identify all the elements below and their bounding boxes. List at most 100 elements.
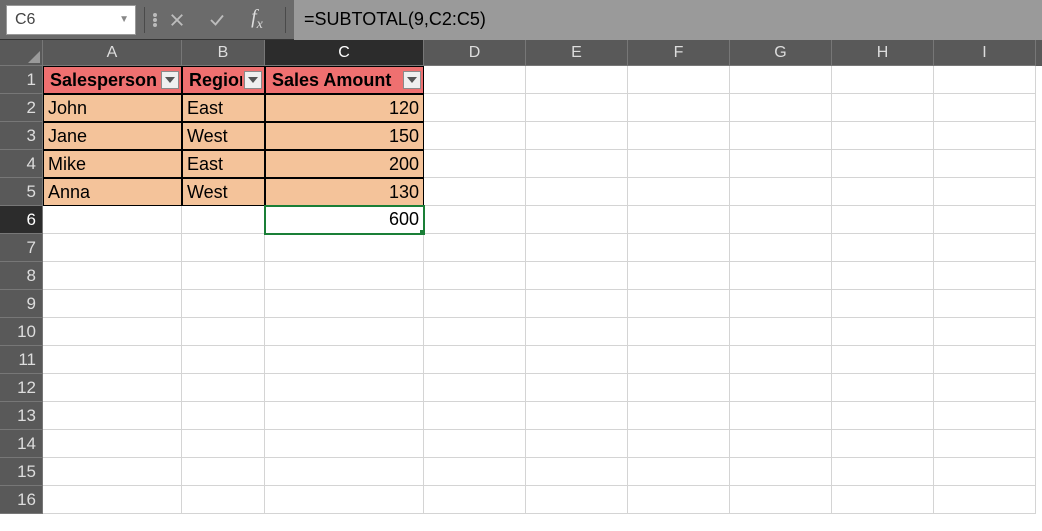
column-header-e[interactable]: E [526,40,628,66]
cell-D8[interactable] [424,262,526,290]
cell-C5[interactable]: 130 [265,178,424,206]
row-header-4[interactable]: 4 [0,150,43,178]
cell-F10[interactable] [628,318,730,346]
cell-G13[interactable] [730,402,832,430]
cell-D2[interactable] [424,94,526,122]
cell-C10[interactable] [265,318,424,346]
cell-C7[interactable] [265,234,424,262]
cell-F4[interactable] [628,150,730,178]
cell-B5[interactable]: West [182,178,265,206]
cell-A4[interactable]: Mike [43,150,182,178]
cell-D11[interactable] [424,346,526,374]
fx-icon[interactable]: fx [237,6,277,33]
cell-H1[interactable] [832,66,934,94]
cell-C8[interactable] [265,262,424,290]
cell-E11[interactable] [526,346,628,374]
cell-E1[interactable] [526,66,628,94]
accept-button[interactable] [197,11,237,29]
cell-E7[interactable] [526,234,628,262]
cell-H4[interactable] [832,150,934,178]
cell-I2[interactable] [934,94,1036,122]
cell-I6[interactable] [934,206,1036,234]
row-header-10[interactable]: 10 [0,318,43,346]
cell-D1[interactable] [424,66,526,94]
cell-C4[interactable]: 200 [265,150,424,178]
cell-B13[interactable] [182,402,265,430]
cell-E15[interactable] [526,458,628,486]
cell-I11[interactable] [934,346,1036,374]
row-header-6[interactable]: 6 [0,206,43,234]
cell-A7[interactable] [43,234,182,262]
fill-handle[interactable] [420,230,424,234]
cell-F15[interactable] [628,458,730,486]
row-header-5[interactable]: 5 [0,178,43,206]
cell-C15[interactable] [265,458,424,486]
cell-B14[interactable] [182,430,265,458]
cell-C9[interactable] [265,290,424,318]
cell-A5[interactable]: Anna [43,178,182,206]
row-header-16[interactable]: 16 [0,486,43,514]
cell-C3[interactable]: 150 [265,122,424,150]
cell-A8[interactable] [43,262,182,290]
cell-I7[interactable] [934,234,1036,262]
cancel-button[interactable] [157,11,197,29]
cell-H16[interactable] [832,486,934,514]
cell-A6[interactable] [43,206,182,234]
cell-H14[interactable] [832,430,934,458]
cell-G1[interactable] [730,66,832,94]
chevron-down-icon[interactable]: ▼ [119,14,129,25]
cell-E12[interactable] [526,374,628,402]
cell-G7[interactable] [730,234,832,262]
cell-A10[interactable] [43,318,182,346]
row-header-8[interactable]: 8 [0,262,43,290]
cell-A11[interactable] [43,346,182,374]
cell-I10[interactable] [934,318,1036,346]
cell-D15[interactable] [424,458,526,486]
cell-B4[interactable]: East [182,150,265,178]
cell-B11[interactable] [182,346,265,374]
row-header-7[interactable]: 7 [0,234,43,262]
column-header-d[interactable]: D [424,40,526,66]
cell-H6[interactable] [832,206,934,234]
cell-F7[interactable] [628,234,730,262]
cell-C16[interactable] [265,486,424,514]
cell-C2[interactable]: 120 [265,94,424,122]
cell-B16[interactable] [182,486,265,514]
cell-G3[interactable] [730,122,832,150]
cell-C6[interactable]: 600 [265,206,424,234]
cell-B8[interactable] [182,262,265,290]
cell-D4[interactable] [424,150,526,178]
cell-I4[interactable] [934,150,1036,178]
cell-F6[interactable] [628,206,730,234]
cell-I16[interactable] [934,486,1036,514]
row-header-15[interactable]: 15 [0,458,43,486]
cell-F8[interactable] [628,262,730,290]
cell-G6[interactable] [730,206,832,234]
cell-F5[interactable] [628,178,730,206]
cell-F1[interactable] [628,66,730,94]
cell-B10[interactable] [182,318,265,346]
cell-D12[interactable] [424,374,526,402]
cell-I5[interactable] [934,178,1036,206]
cell-G11[interactable] [730,346,832,374]
cell-F2[interactable] [628,94,730,122]
cell-H11[interactable] [832,346,934,374]
cell-G14[interactable] [730,430,832,458]
cell-I12[interactable] [934,374,1036,402]
cell-H5[interactable] [832,178,934,206]
cell-H2[interactable] [832,94,934,122]
cell-G9[interactable] [730,290,832,318]
cell-D13[interactable] [424,402,526,430]
cell-D6[interactable] [424,206,526,234]
cell-G15[interactable] [730,458,832,486]
cell-I15[interactable] [934,458,1036,486]
cell-E4[interactable] [526,150,628,178]
row-header-13[interactable]: 13 [0,402,43,430]
cell-G5[interactable] [730,178,832,206]
cell-D5[interactable] [424,178,526,206]
cell-I14[interactable] [934,430,1036,458]
row-header-9[interactable]: 9 [0,290,43,318]
cell-E6[interactable] [526,206,628,234]
select-all-corner[interactable] [0,40,43,66]
cell-C1[interactable]: Sales Amount [265,66,424,94]
